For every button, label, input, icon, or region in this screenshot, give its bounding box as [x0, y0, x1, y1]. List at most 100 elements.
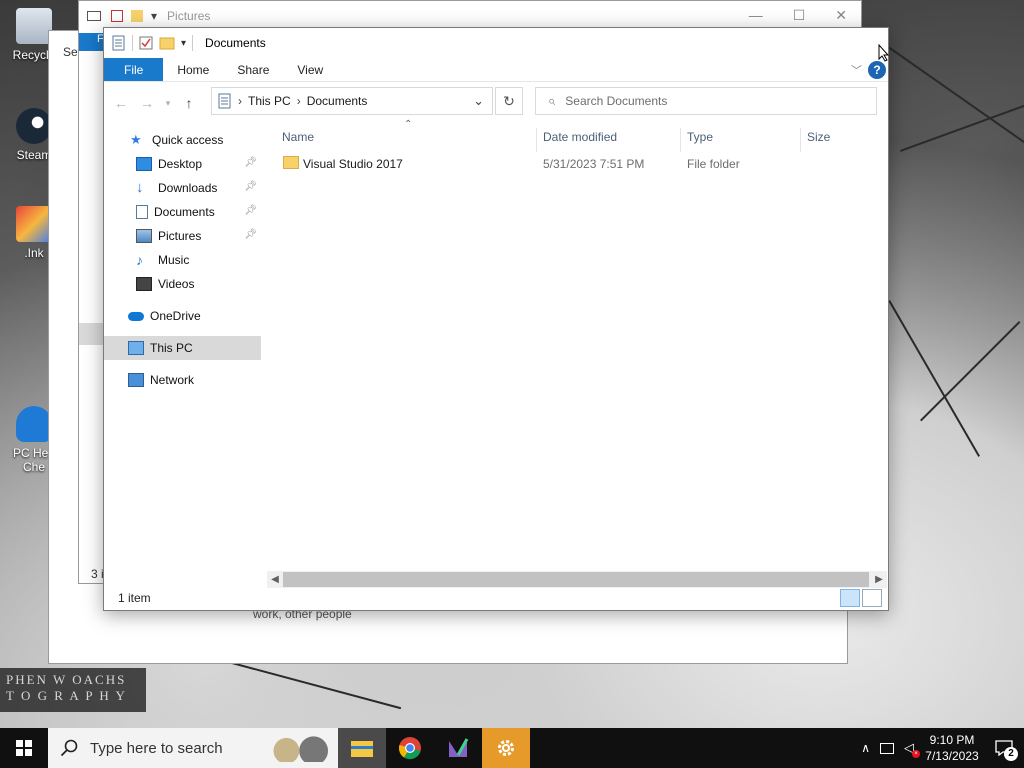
column-divider[interactable] — [680, 128, 681, 152]
network-icon[interactable] — [880, 742, 894, 754]
navigation-pane: ★ Quick access Desktop 📌︎ ↓ Downloads 📌︎… — [104, 128, 261, 578]
action-center-button[interactable]: 2 — [984, 728, 1024, 768]
file-date: 5/31/2023 7:51 PM — [543, 157, 645, 171]
properties-icon — [111, 10, 123, 22]
column-divider[interactable] — [536, 128, 537, 152]
nav-network[interactable]: Network — [104, 368, 261, 392]
breadcrumb-separator-icon[interactable]: › — [297, 94, 301, 108]
folder-icon — [283, 156, 299, 169]
table-row[interactable]: Visual Studio 2017 5/31/2023 7:51 PM Fil… — [274, 153, 874, 175]
breadcrumb-this-pc[interactable]: This PC — [248, 94, 291, 108]
pictures-icon — [136, 229, 152, 243]
file-list: ⌃ Name Date modified Type Size Visual St… — [274, 119, 880, 568]
nav-item-desktop[interactable]: Desktop 📌︎ — [104, 152, 261, 176]
scrollbar-thumb[interactable] — [283, 572, 869, 587]
scroll-right-icon[interactable]: ▶ — [871, 571, 887, 588]
recent-locations-icon[interactable]: ▾ — [162, 92, 174, 114]
search-box[interactable]: ⌕ Search Documents — [535, 87, 877, 115]
mouse-cursor-icon — [878, 44, 890, 62]
documents-icon — [112, 35, 125, 51]
new-folder-icon[interactable] — [159, 36, 175, 50]
wallpaper-branch — [878, 40, 1024, 157]
properties-icon[interactable] — [139, 36, 153, 50]
pictures-file-tab[interactable]: F — [79, 33, 104, 51]
column-header-type[interactable]: Type — [687, 128, 713, 146]
nav-item-downloads[interactable]: ↓ Downloads 📌︎ — [104, 176, 261, 200]
file-explorer-icon — [351, 741, 373, 757]
close-icon[interactable]: ✕ — [835, 7, 847, 24]
column-header-date-modified[interactable]: Date modified — [543, 128, 617, 146]
folder-icon — [131, 10, 143, 22]
tab-share[interactable]: Share — [223, 58, 283, 81]
chevron-down-icon[interactable]: ▾ — [181, 38, 186, 49]
column-header-name[interactable]: Name — [282, 128, 314, 146]
expand-ribbon-icon[interactable]: ﹀ — [851, 62, 862, 78]
documents-icon — [136, 205, 148, 219]
refresh-button[interactable]: ↻ — [495, 87, 523, 115]
large-icons-view-icon[interactable] — [862, 589, 882, 607]
start-button[interactable] — [0, 728, 48, 768]
pin-icon: 📌︎ — [244, 205, 257, 216]
nav-this-pc[interactable]: This PC — [104, 336, 261, 360]
search-placeholder: Search Documents — [565, 94, 668, 108]
divider — [132, 35, 133, 51]
column-divider[interactable] — [800, 128, 801, 152]
column-header-size[interactable]: Size — [807, 128, 830, 146]
pin-icon: 📌︎ — [244, 157, 257, 168]
notification-count-badge: 2 — [1004, 747, 1018, 761]
taskbar-chrome[interactable] — [386, 728, 434, 768]
music-note-icon: ♪ — [136, 252, 143, 268]
star-icon: ★ — [130, 132, 142, 147]
download-arrow-icon: ↓ — [136, 179, 144, 196]
system-tray: ∧ ◁ × 9:10 PM 7/13/2023 2 — [861, 728, 1024, 768]
network-icon — [128, 373, 144, 387]
nav-item-documents[interactable]: Documents 📌︎ — [104, 200, 261, 224]
explorer-window[interactable]: ▾ Documents File Home Share View ﹀ ? ← →… — [103, 27, 889, 611]
pictures-selected-nav — [79, 323, 104, 345]
address-dropdown-icon[interactable]: ⌄ — [473, 93, 484, 109]
tab-file[interactable]: File — [104, 58, 164, 81]
wallpaper-branch — [900, 95, 1024, 152]
horizontal-scrollbar[interactable]: ◀ ▶ — [267, 571, 887, 588]
nav-item-music[interactable]: ♪ Music — [104, 248, 261, 272]
search-icon — [60, 739, 78, 757]
show-hidden-icons-icon[interactable]: ∧ — [861, 741, 870, 755]
help-icon[interactable]: ? — [868, 61, 886, 79]
scroll-left-icon[interactable]: ◀ — [267, 571, 283, 588]
search-highlight-icon[interactable] — [266, 734, 334, 762]
pictures-title: Pictures — [167, 9, 211, 23]
nav-item-pictures[interactable]: Pictures 📌︎ — [104, 224, 261, 248]
nav-quick-access[interactable]: ★ Quick access — [104, 128, 261, 152]
taskbar-settings[interactable] — [482, 728, 530, 768]
nav-onedrive[interactable]: OneDrive — [104, 304, 261, 328]
taskbar-visual-studio[interactable] — [434, 728, 482, 768]
volume-muted-icon[interactable]: ◁ × — [904, 740, 920, 758]
breadcrumb-documents[interactable]: Documents — [307, 94, 368, 108]
forward-arrow-icon[interactable]: → — [136, 92, 158, 114]
status-item-count: 1 item — [118, 591, 151, 605]
chevron-down-icon: ▾ — [151, 9, 158, 23]
taskbar-search-box[interactable]: Type here to search — [48, 728, 338, 768]
visual-studio-icon — [449, 738, 469, 757]
titlebar[interactable]: ▾ Documents — [104, 28, 888, 58]
tab-view[interactable]: View — [283, 58, 337, 81]
clock[interactable]: 9:10 PM 7/13/2023 — [920, 732, 984, 764]
taskbar-file-explorer[interactable] — [338, 728, 386, 768]
desktop-icon — [136, 157, 152, 171]
address-bar[interactable]: › This PC › Documents ⌄ — [211, 87, 493, 115]
breadcrumb-separator-icon[interactable]: › — [238, 94, 242, 108]
minimize-icon[interactable]: — — [749, 7, 763, 24]
tab-home[interactable]: Home — [163, 58, 223, 81]
back-arrow-icon[interactable]: ← — [110, 92, 132, 114]
details-view-icon[interactable] — [840, 589, 860, 607]
chrome-icon — [398, 737, 421, 760]
refresh-icon: ↻ — [503, 93, 515, 109]
wallpaper-watermark: PHEN W OACHS T O G R A P H Y — [0, 668, 146, 712]
divider — [192, 35, 194, 51]
up-arrow-icon[interactable]: ↑ — [178, 92, 200, 114]
sort-ascending-icon: ⌃ — [404, 119, 413, 130]
maximize-icon[interactable]: ☐ — [793, 7, 806, 24]
pictures-window-controls: — ☐ ✕ — [749, 7, 847, 24]
nav-item-videos[interactable]: Videos — [104, 272, 261, 296]
wallpaper-branch — [888, 300, 980, 457]
